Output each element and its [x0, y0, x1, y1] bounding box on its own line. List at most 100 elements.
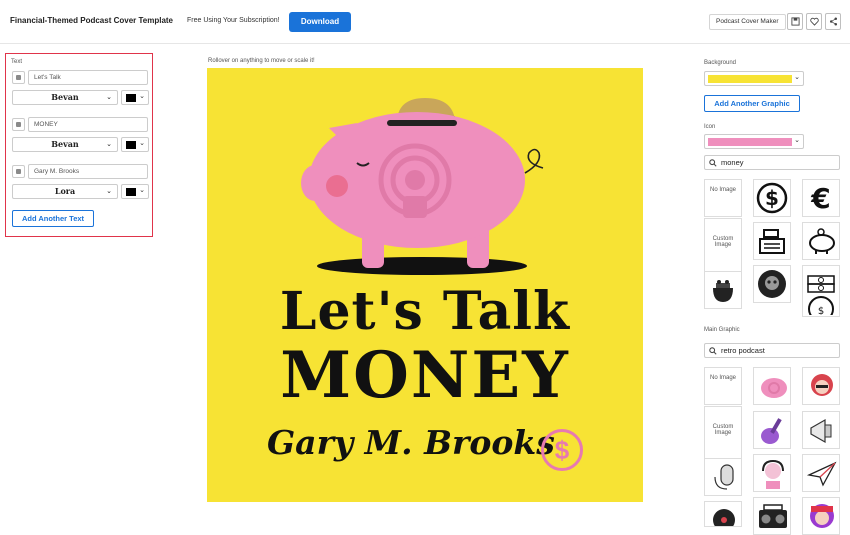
icon-color-select[interactable]: ⌄ [704, 134, 804, 149]
dollar-icon: $ [756, 182, 788, 214]
main-no-image-tile[interactable]: No Image [704, 367, 742, 405]
no-image-label: No Image [709, 375, 736, 381]
canvas-line-1[interactable]: Let's Talk [207, 281, 643, 342]
text-1-checkbox[interactable] [12, 71, 25, 84]
canvas-line-2[interactable]: MONEY [207, 338, 643, 413]
skull-coin-icon-tile[interactable] [753, 265, 791, 303]
text-2-font-select[interactable]: Bevan ⌄ [12, 137, 118, 152]
text-1-font-select[interactable]: Bevan ⌄ [12, 90, 118, 105]
background-label: Background [704, 60, 737, 66]
graphics-panel: Background ⌄ Add Another Graphic Icon ⌄ … [700, 55, 850, 535]
canvas-hint: Rollover on anything to move or scale it… [208, 58, 315, 64]
text-2-input[interactable]: MONEY [28, 117, 148, 132]
piggy-bank-icon [761, 378, 787, 398]
download-button[interactable]: Download [289, 12, 351, 32]
svg-text:$: $ [765, 186, 779, 210]
microphone-icon [714, 464, 734, 490]
search-icon [709, 347, 717, 355]
text-3-font-label: Lora [54, 186, 76, 196]
dollar-coin-icon[interactable]: $ [541, 429, 583, 471]
main-graphic-search-value: retro podcast [721, 346, 765, 355]
cover-canvas[interactable]: Let's Talk MONEY Gary M. Brooks $ [207, 68, 643, 502]
subscription-note: Free Using Your Subscription! [187, 17, 280, 24]
icon-search-input[interactable]: money [704, 155, 840, 170]
custom-image-label: Custom Image [712, 236, 734, 248]
color-swatch [708, 138, 792, 146]
text-2-checkbox[interactable] [12, 118, 25, 131]
search-icon [709, 159, 717, 167]
text-section-label: Text [11, 59, 23, 65]
headphones-avatar-icon [762, 459, 784, 489]
dollar-icon-tile[interactable]: $ [753, 179, 791, 217]
text-2-font-label: Bevan [51, 139, 79, 149]
custom-image-tile[interactable]: Custom Image [704, 218, 742, 278]
poker-chip-icon: $ [808, 296, 834, 315]
save-icon[interactable] [787, 13, 803, 30]
girl-avatar-icon [810, 504, 834, 528]
share-icon[interactable] [825, 13, 841, 30]
no-image-tile[interactable]: No Image [704, 179, 742, 217]
ukulele-icon [761, 418, 782, 444]
chevron-down-icon: ⌄ [106, 187, 112, 195]
podcast-cover-maker-button[interactable]: Podcast Cover Maker [709, 14, 786, 30]
main-graphic-label: Main Graphic [704, 327, 740, 333]
euro-icon-tile[interactable]: € [802, 179, 840, 217]
icon-search-value: money [721, 158, 744, 167]
poker-chip-icon-tile[interactable]: $ [802, 293, 840, 317]
text-1-color-select[interactable]: ⌄ [121, 90, 149, 105]
main-custom-image-tile[interactable]: Custom Image [704, 406, 742, 466]
text-1-font-label: Bevan [51, 92, 79, 102]
chevron-down-icon: ⌄ [794, 137, 800, 144]
paper-plane-graphic-tile[interactable] [802, 454, 840, 492]
text-3-input[interactable]: Gary M. Brooks [28, 164, 148, 179]
add-another-text-button[interactable]: Add Another Text [12, 210, 94, 227]
megaphone-graphic-tile[interactable] [802, 411, 840, 449]
record-icon [713, 509, 735, 526]
cash-register-icon [759, 229, 785, 254]
ukulele-graphic-tile[interactable] [753, 411, 791, 449]
heart-icon[interactable] [806, 13, 822, 30]
pink-piggy-graphic-tile[interactable] [753, 367, 791, 405]
color-swatch [708, 75, 792, 83]
chevron-down-icon: ⌄ [139, 140, 145, 147]
add-another-graphic-button[interactable]: Add Another Graphic [704, 95, 800, 112]
coin-purse-icon-tile[interactable] [704, 271, 742, 309]
background-color-select[interactable]: ⌄ [704, 71, 804, 86]
chevron-down-icon: ⌄ [106, 140, 112, 148]
no-image-label: No Image [709, 187, 736, 193]
boombox-graphic-tile[interactable] [753, 497, 791, 535]
text-3-font-select[interactable]: Lora ⌄ [12, 184, 118, 199]
color-swatch [126, 188, 136, 196]
piggy-bank-graphic[interactable] [207, 68, 643, 283]
icon-label: Icon [704, 124, 716, 130]
coin-purse-icon [713, 280, 733, 302]
headphones-girl-graphic-tile[interactable] [753, 454, 791, 492]
canvas-line-3[interactable]: Gary M. Brooks [267, 423, 555, 462]
piggy-bank-icon-tile[interactable] [802, 222, 840, 260]
music-girl-graphic-tile[interactable] [802, 497, 840, 535]
main-graphic-search-input[interactable]: retro podcast [704, 343, 840, 358]
chevron-down-icon: ⌄ [106, 93, 112, 101]
page-title: Financial-Themed Podcast Cover Template [10, 16, 174, 25]
text-3-checkbox[interactable] [12, 165, 25, 178]
skull-coin-icon [758, 270, 786, 298]
microphone-graphic-tile[interactable] [704, 458, 742, 496]
text-1-input[interactable]: Let's Talk [28, 70, 148, 85]
woman-graphic-tile[interactable] [802, 367, 840, 405]
paper-plane-icon [806, 461, 837, 487]
piggy-bank-icon [809, 228, 835, 254]
color-swatch [126, 141, 136, 149]
chevron-down-icon: ⌄ [794, 74, 800, 81]
woman-avatar-icon [811, 374, 833, 396]
record-player-graphic-tile[interactable] [704, 501, 742, 527]
svg-text:€: € [810, 182, 830, 214]
text-2-color-select[interactable]: ⌄ [121, 137, 149, 152]
chevron-down-icon: ⌄ [139, 93, 145, 100]
cash-register-icon-tile[interactable] [753, 222, 791, 260]
color-swatch [126, 94, 136, 102]
text-3-color-select[interactable]: ⌄ [121, 184, 149, 199]
chevron-down-icon: ⌄ [139, 187, 145, 194]
megaphone-icon [810, 418, 832, 444]
custom-image-label: Custom Image [712, 424, 734, 436]
svg-text:$: $ [818, 306, 824, 315]
